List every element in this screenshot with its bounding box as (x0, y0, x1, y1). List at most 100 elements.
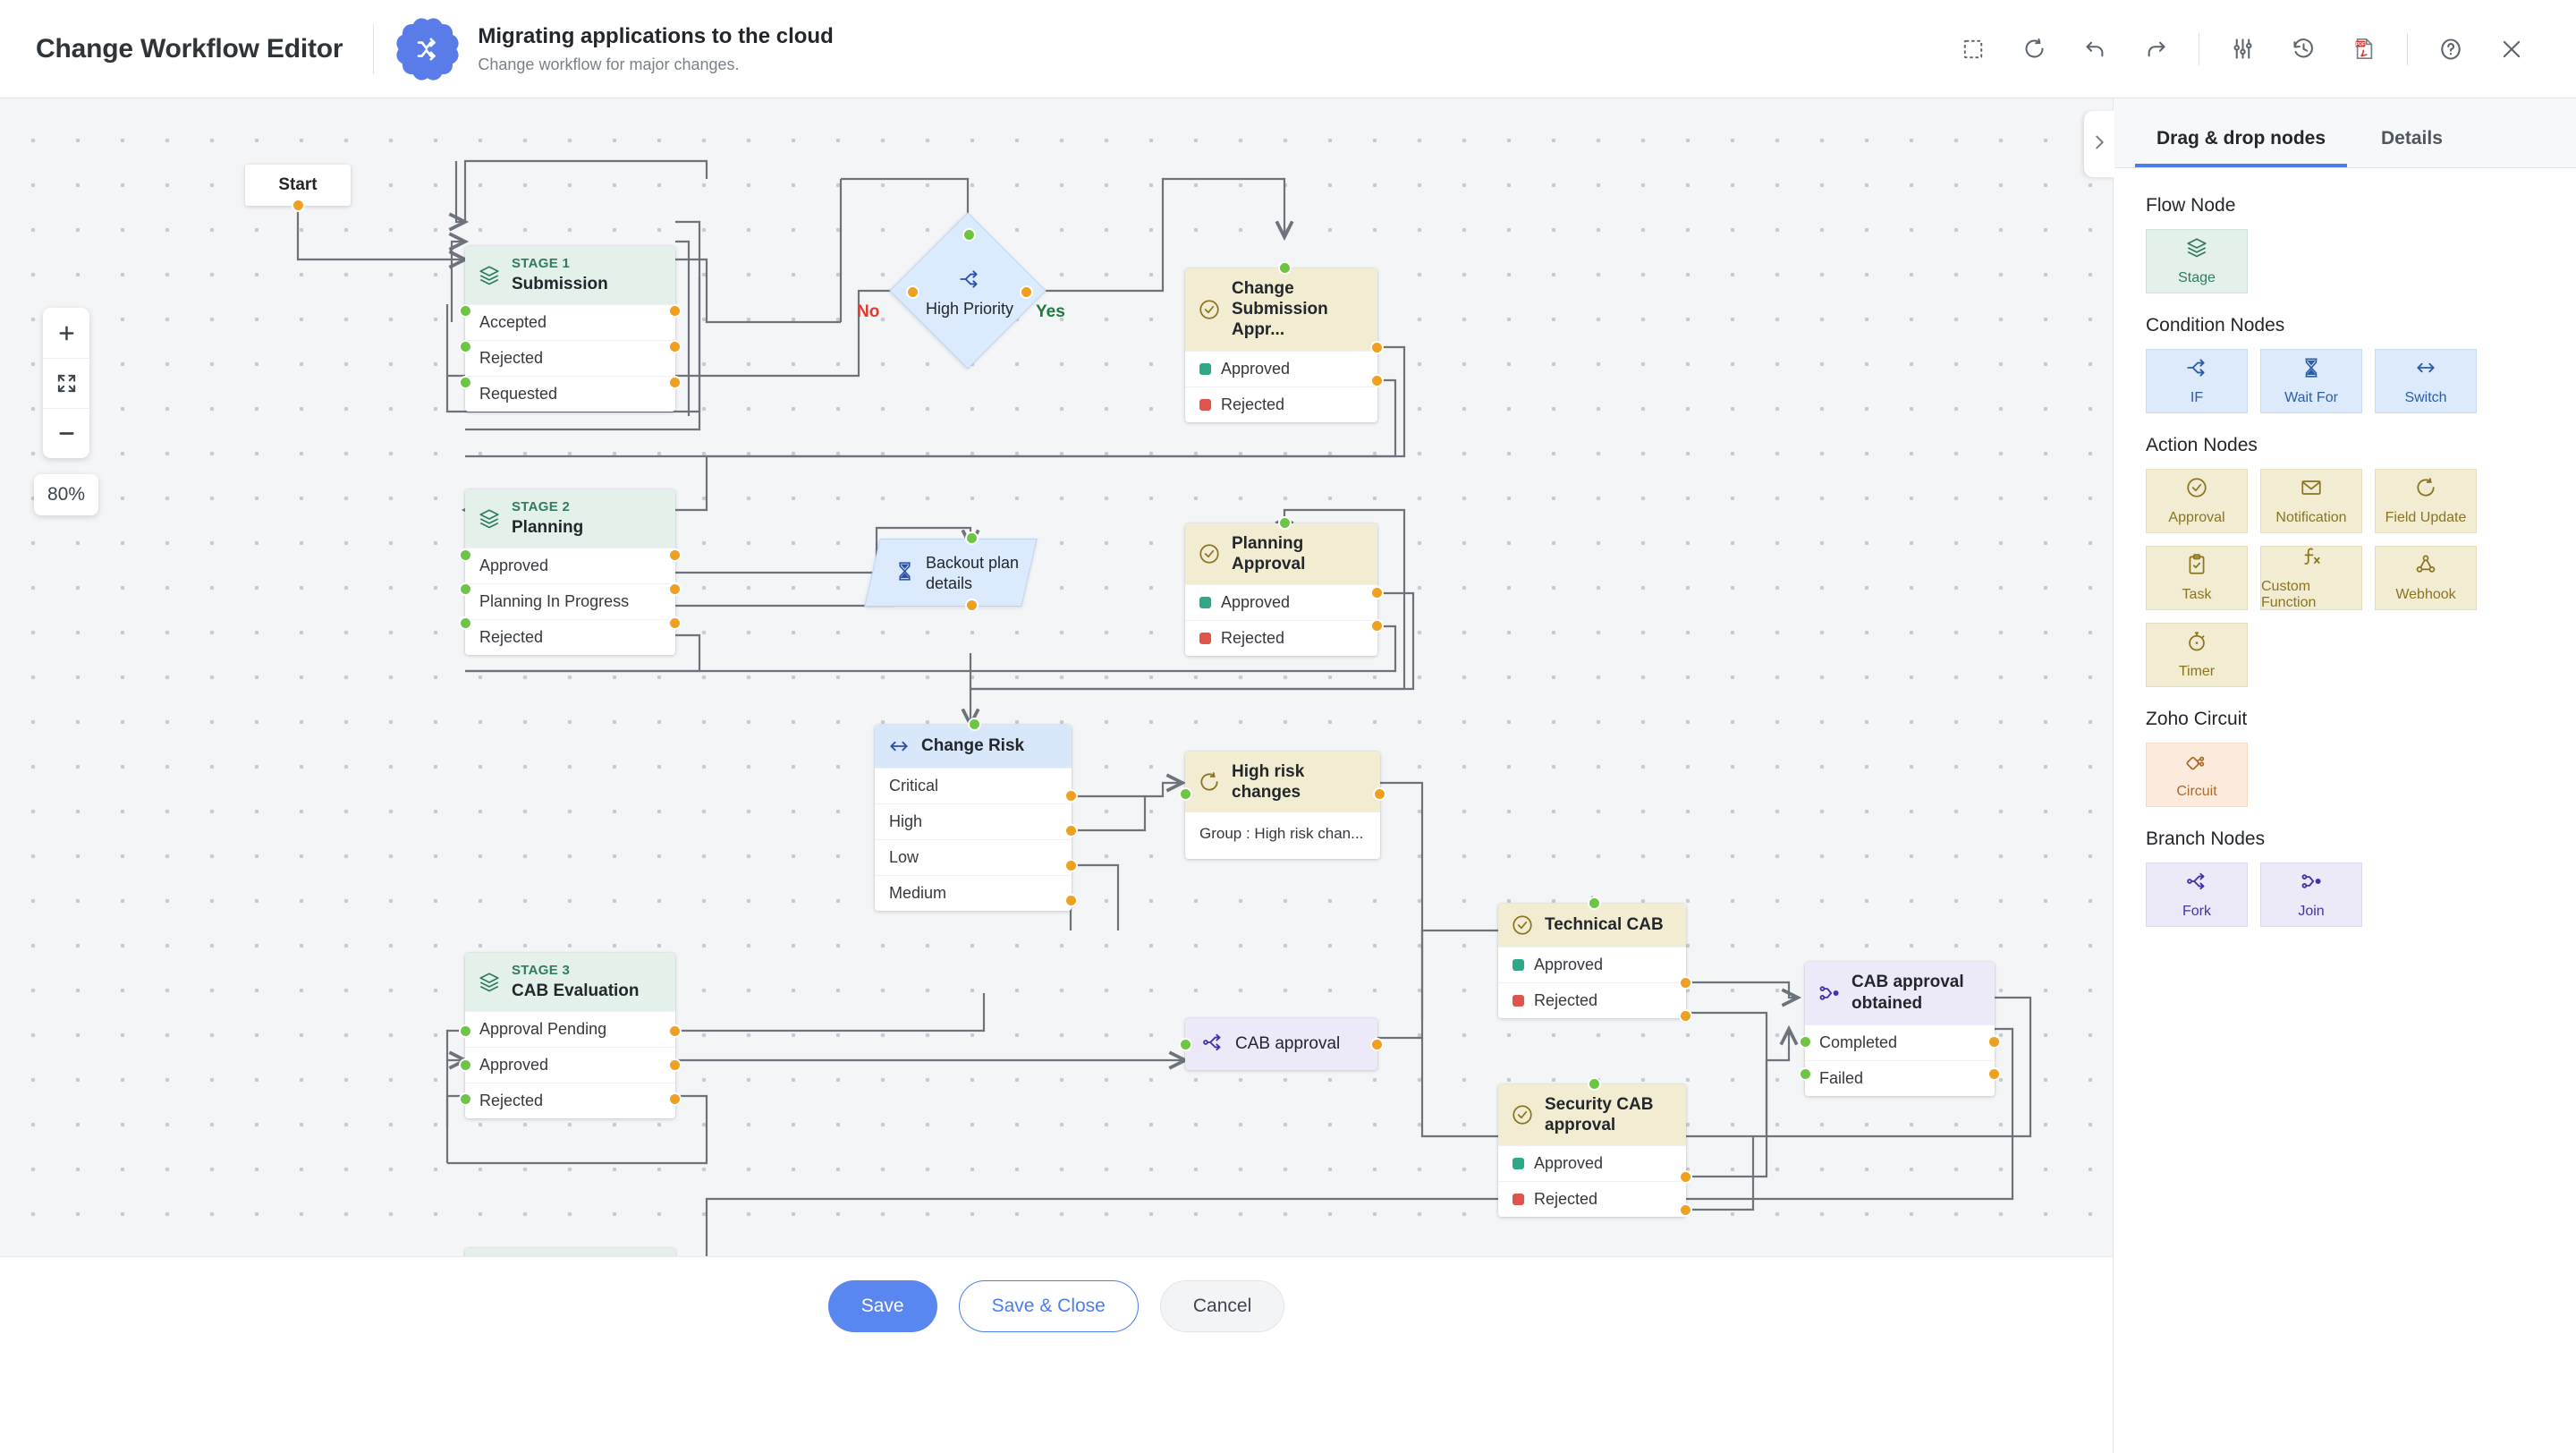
refresh-icon[interactable] (2009, 24, 2059, 74)
row-rejected[interactable]: Rejected (1498, 1181, 1686, 1217)
port-in-planning[interactable] (459, 582, 472, 596)
node-stage2-row-planning[interactable]: Planning In Progress (465, 583, 675, 619)
tab-details[interactable]: Details (2360, 128, 2464, 167)
row-approved[interactable]: Approved (1185, 584, 1377, 620)
palette-node-approval[interactable]: Approval (2146, 469, 2248, 533)
row-high[interactable]: High (875, 803, 1072, 839)
port-out-rejected[interactable] (1679, 1009, 1692, 1023)
port-in-high-priority[interactable] (962, 228, 976, 242)
port-out-no[interactable] (906, 285, 919, 299)
row-rejected[interactable]: Rejected (1498, 982, 1686, 1018)
history-icon[interactable] (2278, 24, 2328, 74)
port-in-approved[interactable] (459, 548, 472, 562)
zoom-out-button[interactable] (43, 408, 89, 458)
palette-node-field-update[interactable]: Field Update (2375, 469, 2477, 533)
tab-drag-drop-nodes[interactable]: Drag & drop nodes (2135, 128, 2347, 167)
port-in[interactable] (1588, 1077, 1601, 1091)
node-stage1[interactable]: STAGE 1 Submission Accepted Rejected Req… (465, 246, 675, 412)
row-rejected[interactable]: Rejected (1185, 620, 1377, 656)
port-in-approved[interactable] (459, 1058, 472, 1072)
palette-node-wait-for[interactable]: Wait For (2260, 349, 2362, 413)
row-approved[interactable]: Approved (1498, 947, 1686, 982)
port-out-rejected[interactable] (668, 340, 682, 353)
port-out-rejected[interactable] (1370, 619, 1384, 633)
palette-node-circuit[interactable]: Circuit (2146, 743, 2248, 807)
port-in-failed[interactable] (1799, 1067, 1812, 1081)
port-out-low[interactable] (1064, 859, 1078, 872)
palette-node-join[interactable]: Join (2260, 862, 2362, 927)
port-in[interactable] (1278, 261, 1292, 275)
save-and-close-button[interactable]: Save & Close (959, 1280, 1139, 1332)
port-in[interactable] (965, 531, 979, 545)
port-out-rejected[interactable] (1679, 1203, 1692, 1217)
row-medium[interactable]: Medium (875, 875, 1072, 911)
redo-icon[interactable] (2131, 24, 2181, 74)
node-stage3[interactable]: STAGE 3 CAB Evaluation Approval Pending … (465, 953, 675, 1118)
node-stage1-row-rejected[interactable]: Rejected (465, 340, 675, 376)
port-out-yes[interactable] (1020, 285, 1033, 299)
settings-sliders-icon[interactable] (2217, 24, 2267, 74)
zoom-level-indicator[interactable]: 80% (34, 474, 98, 515)
port-out-completed[interactable] (1987, 1035, 2001, 1049)
port-out-approved[interactable] (1370, 341, 1384, 354)
row-completed[interactable]: Completed (1805, 1024, 1995, 1060)
port-out[interactable] (1373, 787, 1386, 801)
node-change-risk[interactable]: Change Risk Critical High Low Medium (875, 725, 1072, 911)
port-out-high[interactable] (1064, 824, 1078, 837)
panel-collapse-button[interactable] (2084, 111, 2114, 177)
port-out-approved[interactable] (1679, 976, 1692, 990)
node-planning-approval[interactable]: Planning Approval Approved Rejected (1185, 523, 1377, 656)
start-node[interactable]: Start (245, 165, 351, 206)
row-approved[interactable]: Approved (1185, 351, 1377, 387)
node-stage1-row-requested[interactable]: Requested (465, 376, 675, 412)
node-stage2-row-approved[interactable]: Approved (465, 548, 675, 583)
port-out[interactable] (965, 599, 979, 612)
palette-node-notification[interactable]: Notification (2260, 469, 2362, 533)
port-out-accepted[interactable] (668, 304, 682, 318)
palette-node-fork[interactable]: Fork (2146, 862, 2248, 927)
workflow-canvas[interactable]: 80% Start STAGE 1 Submission Accepted (0, 98, 2113, 1355)
port-out-rejected[interactable] (668, 1092, 682, 1106)
node-stage3-row-rejected[interactable]: Rejected (465, 1083, 675, 1118)
palette-node-timer[interactable]: Timer (2146, 623, 2248, 687)
palette-node-webhook[interactable]: Webhook (2375, 546, 2477, 610)
port-out-approved[interactable] (1679, 1170, 1692, 1184)
node-backout-plan-details[interactable]: Backout plan details (872, 539, 1042, 608)
port-out-requested[interactable] (668, 376, 682, 389)
row-low[interactable]: Low (875, 839, 1072, 875)
node-cab-approval-fork[interactable]: CAB approval (1185, 1018, 1377, 1070)
start-output-port[interactable] (292, 199, 305, 212)
node-technical-cab[interactable]: Technical CAB Approved Rejected (1498, 904, 1686, 1018)
port-out-approved[interactable] (668, 1058, 682, 1072)
palette-node-task[interactable]: Task (2146, 546, 2248, 610)
port-out[interactable] (1370, 1038, 1384, 1051)
node-security-cab-approval[interactable]: Security CAB approval Approved Rejected (1498, 1084, 1686, 1217)
port-out-rejected[interactable] (1370, 374, 1384, 387)
node-high-priority[interactable]: High Priority (912, 235, 1027, 350)
port-in-pending[interactable] (459, 1024, 472, 1038)
zoom-controls[interactable] (43, 308, 89, 458)
help-icon[interactable] (2426, 24, 2476, 74)
port-out-failed[interactable] (1987, 1067, 2001, 1081)
port-out-approved[interactable] (668, 548, 682, 562)
port-in-requested[interactable] (459, 376, 472, 389)
port-out-rejected[interactable] (668, 616, 682, 630)
port-out-medium[interactable] (1064, 894, 1078, 907)
port-out-pending[interactable] (668, 1024, 682, 1038)
node-stage2[interactable]: STAGE 2 Planning Approved Planning In Pr… (465, 489, 675, 655)
row-critical[interactable]: Critical (875, 768, 1072, 803)
save-button[interactable]: Save (828, 1280, 937, 1332)
undo-icon[interactable] (2070, 24, 2120, 74)
port-in-accepted[interactable] (459, 304, 472, 318)
row-failed[interactable]: Failed (1805, 1060, 1995, 1096)
node-stage3-row-pending[interactable]: Approval Pending (465, 1011, 675, 1047)
zoom-in-button[interactable] (43, 308, 89, 358)
port-in-rejected[interactable] (459, 1092, 472, 1106)
node-stage3-row-approved[interactable]: Approved (465, 1047, 675, 1083)
palette-node-switch[interactable]: Switch (2375, 349, 2477, 413)
palette-node-if[interactable]: IF (2146, 349, 2248, 413)
port-in[interactable] (1278, 516, 1292, 530)
row-approved[interactable]: Approved (1498, 1145, 1686, 1181)
port-in-completed[interactable] (1799, 1035, 1812, 1049)
port-in-rejected[interactable] (459, 340, 472, 353)
